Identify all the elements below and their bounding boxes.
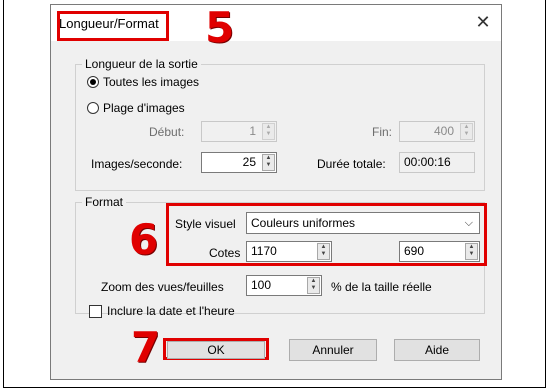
spin-down-icon[interactable]: ▼ (461, 131, 472, 138)
total-duration-field: 00:00:16 (399, 152, 475, 173)
end-field[interactable]: 400 ▲ ▼ (399, 121, 475, 142)
image-range-label: Plage d'images (103, 101, 185, 115)
spin-down-icon[interactable]: ▼ (308, 285, 319, 292)
include-datetime-checkbox[interactable] (89, 305, 102, 318)
zoom-label: Zoom des vues/feuilles (101, 280, 224, 294)
spin-up-icon[interactable]: ▲ (461, 124, 472, 131)
spin-up-icon[interactable]: ▲ (308, 278, 319, 285)
fps-value: 25 (242, 155, 256, 169)
visual-style-label: Style visuel (175, 217, 236, 231)
visual-style-value: Couleurs uniformes (251, 216, 356, 230)
height-value: 690 (404, 244, 425, 258)
height-field[interactable]: 690 ▲ ▼ (399, 241, 480, 262)
include-datetime-label: Inclure la date et l'heure (107, 304, 235, 318)
height-spinner[interactable]: ▲ ▼ (465, 243, 478, 260)
spin-down-icon[interactable]: ▼ (318, 251, 329, 258)
dimensions-label: Cotes (209, 246, 241, 260)
spin-down-icon[interactable]: ▼ (263, 162, 274, 169)
visual-style-dropdown[interactable]: Couleurs uniformes ⌵ (246, 212, 480, 234)
zoom-field[interactable]: 100 ▲ ▼ (246, 275, 322, 296)
zoom-value: 100 (251, 278, 272, 292)
chevron-down-icon[interactable]: ⌵ (465, 213, 473, 233)
width-spinner[interactable]: ▲ ▼ (317, 243, 330, 260)
output-length-group-title: Longueur de la sortie (82, 57, 201, 71)
end-spinner[interactable]: ▲ ▼ (460, 123, 473, 140)
width-field[interactable]: 1170 ▲ ▼ (246, 241, 332, 262)
spin-up-icon[interactable]: ▲ (318, 244, 329, 251)
step-number-7: 7 (131, 323, 161, 372)
spin-down-icon[interactable]: ▼ (466, 251, 477, 258)
image-range-radio[interactable] (87, 102, 99, 114)
length-format-dialog: Longueur/Format ✕ 5 Longueur de la sorti… (50, 4, 502, 380)
step-number-6: 6 (129, 215, 159, 264)
fps-spinner[interactable]: ▲ ▼ (262, 154, 275, 171)
fps-field[interactable]: 25 ▲ ▼ (201, 152, 277, 173)
end-label: Fin: (372, 125, 393, 139)
start-field[interactable]: 1 ▲ ▼ (201, 121, 277, 142)
help-button[interactable]: Aide (394, 339, 480, 361)
ok-button[interactable]: OK (167, 341, 265, 359)
total-duration-label: Durée totale: (317, 157, 386, 171)
title-highlight-box (57, 11, 169, 41)
spin-down-icon[interactable]: ▼ (263, 131, 274, 138)
start-value: 1 (249, 124, 256, 138)
spin-up-icon[interactable]: ▲ (466, 244, 477, 251)
spin-up-icon[interactable]: ▲ (263, 155, 274, 162)
spin-up-icon[interactable]: ▲ (263, 124, 274, 131)
fps-label: Images/seconde: (91, 157, 183, 171)
total-duration-value: 00:00:16 (404, 155, 451, 169)
zoom-suffix-label: % de la taille réelle (331, 280, 432, 294)
cancel-button[interactable]: Annuler (289, 339, 377, 361)
format-group-title: Format (82, 195, 127, 209)
zoom-spinner[interactable]: ▲ ▼ (307, 277, 320, 294)
all-images-label: Toutes les images (103, 75, 200, 89)
close-icon[interactable]: ✕ (471, 11, 495, 35)
start-label: Début: (149, 125, 185, 139)
width-value: 1170 (251, 244, 277, 258)
step-number-5: 5 (205, 3, 235, 52)
end-value: 400 (433, 124, 454, 138)
start-spinner[interactable]: ▲ ▼ (262, 123, 275, 140)
all-images-radio[interactable] (87, 76, 99, 88)
